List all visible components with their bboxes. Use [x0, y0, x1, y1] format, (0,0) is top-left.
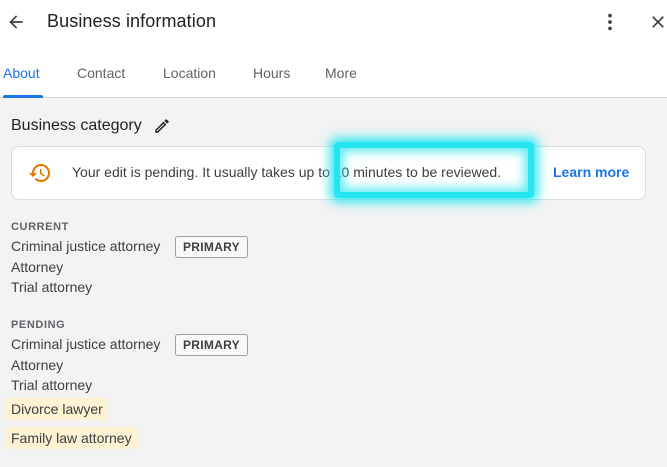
pending-category-item: Attorney [11, 357, 64, 373]
pending-category-item: Trial attorney [11, 377, 93, 393]
more-vert-icon [608, 13, 612, 31]
pending-label: PENDING [11, 319, 66, 331]
page-title: Business information [47, 11, 217, 31]
tab-bar: About Contact Location Hours More [0, 55, 667, 98]
back-button[interactable] [4, 10, 28, 34]
arrow-back-icon [9, 15, 23, 29]
clock-history-icon [29, 164, 50, 182]
active-tab-indicator [3, 95, 43, 98]
close-icon [652, 16, 664, 28]
current-category-item: Criminal justice attorney [11, 238, 161, 254]
tab-about[interactable]: About [3, 65, 40, 81]
section-title: Business category [11, 117, 142, 134]
pending-category-item: Criminal justice attorney [11, 336, 161, 352]
current-category-item: Trial attorney [11, 279, 93, 295]
tab-more[interactable]: More [325, 65, 357, 81]
app-header: Business information About Contact Locat… [0, 0, 667, 98]
notice-text: Your edit is pending. It usually takes u… [72, 164, 502, 180]
pending-added-category: Family law attorney [6, 427, 137, 449]
primary-badge: PRIMARY [175, 334, 248, 356]
tab-hours[interactable]: Hours [253, 65, 290, 81]
more-options-button[interactable] [598, 10, 622, 34]
pending-added-category: Divorce lawyer [6, 398, 108, 420]
section-header: Business category [11, 116, 172, 136]
edit-category-button[interactable] [152, 116, 172, 136]
current-category-item: Attorney [11, 259, 64, 275]
pending-edit-notice: Your edit is pending. It usually takes u… [11, 146, 646, 200]
current-label: CURRENT [11, 221, 69, 233]
learn-more-link[interactable]: Learn more [553, 164, 629, 180]
close-button[interactable] [646, 10, 667, 34]
tab-location[interactable]: Location [163, 65, 216, 81]
pencil-icon [154, 119, 169, 133]
primary-badge: PRIMARY [175, 236, 248, 258]
tab-contact[interactable]: Contact [77, 65, 125, 81]
